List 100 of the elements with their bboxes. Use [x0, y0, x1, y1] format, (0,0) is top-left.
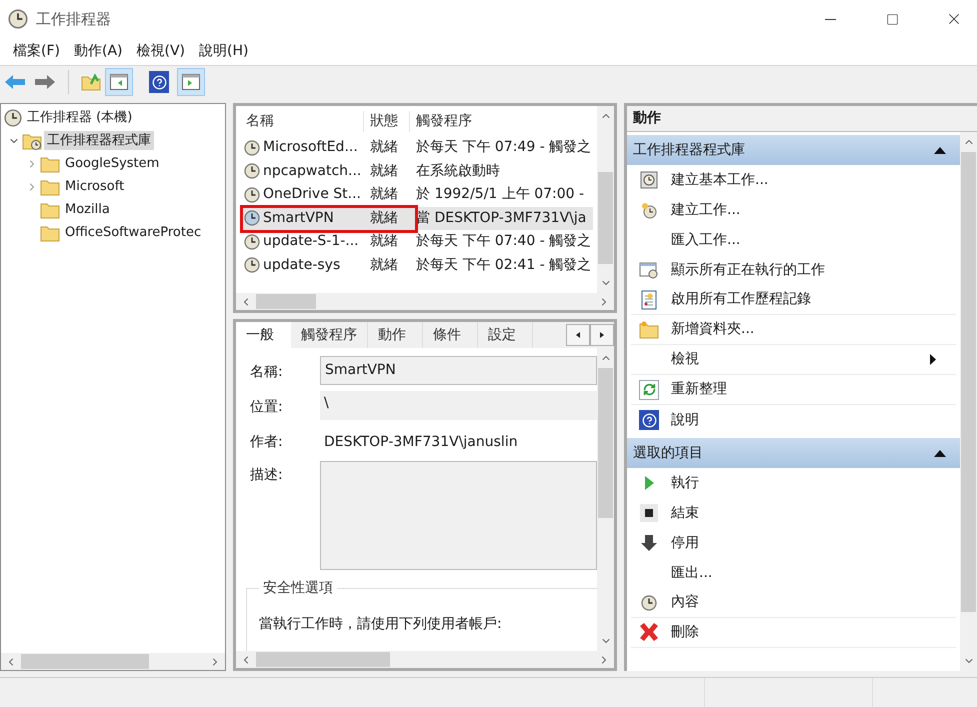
action-item[interactable]: 匯出... — [631, 558, 956, 588]
tree-item[interactable]: 工作排程器 (本機) — [24, 108, 136, 128]
task-row[interactable]: SmartVPN 就緒 當 DESKTOP-3MF731V\ja — [240, 206, 593, 230]
column-header[interactable]: 狀態 — [364, 110, 410, 132]
horizontal-scrollbar[interactable] — [236, 651, 614, 668]
tab-scroll-left-button[interactable] — [566, 324, 590, 346]
task-clock-icon — [244, 186, 260, 203]
calendar-clock-icon — [639, 170, 659, 190]
field-label: 名稱: — [250, 363, 284, 382]
folder-icon — [40, 224, 60, 242]
clock-icon — [4, 108, 22, 126]
action-item[interactable]: 檢視 — [631, 345, 956, 375]
actions-header: 動作 — [627, 106, 977, 132]
security-text: 當執行工作時，請使用下列使用者帳戶: — [259, 615, 503, 634]
folder-up-icon[interactable] — [81, 72, 101, 92]
task-clock-icon — [244, 140, 260, 156]
tree-item[interactable]: 工作排程器程式庫 — [44, 130, 154, 150]
action-pane-toggle[interactable] — [177, 68, 205, 96]
table-cell-text: 就緒 — [369, 256, 399, 275]
action-item[interactable]: 新增資料夾... — [631, 315, 956, 345]
action-item[interactable]: 內容 — [631, 588, 956, 618]
table-cell-text: update-sys — [263, 256, 340, 275]
task-clock-icon — [244, 257, 260, 274]
table-cell-text: 就緒 — [369, 138, 399, 158]
vertical-scrollbar[interactable] — [960, 132, 977, 671]
menu-item[interactable]: 說明(H) — [194, 41, 254, 62]
field-label: 描述: — [250, 466, 284, 485]
help-icon[interactable] — [149, 71, 169, 93]
tree-item[interactable]: OfficeSoftwareProtec — [62, 222, 204, 242]
description-field[interactable] — [320, 461, 597, 570]
folder-icon — [40, 200, 60, 218]
table-cell-text: 當 DESKTOP-3MF731V\ja — [415, 208, 586, 228]
scroll-thumb[interactable] — [256, 652, 390, 667]
stop-icon — [639, 503, 659, 523]
action-item[interactable]: 建立基本工作... — [631, 165, 956, 195]
scroll-thumb[interactable] — [21, 654, 149, 669]
minimize-icon — [824, 18, 836, 20]
table-cell-text: OneDrive St... — [263, 185, 362, 204]
action-item[interactable]: 結束 — [631, 498, 956, 528]
task-row[interactable]: update-S-1-... 就緒 於每天 下午 07:40 - 觸發之 — [240, 230, 593, 254]
console-tree-toggle[interactable] — [105, 68, 133, 96]
maximize-icon — [886, 12, 898, 26]
column-header[interactable]: 觸發程序 — [410, 110, 472, 132]
task-row[interactable]: MicrosoftEd... 就緒 於每天 下午 07:49 - 觸發之 — [240, 136, 593, 160]
clock-icon — [641, 594, 657, 610]
panel-left-icon — [110, 74, 128, 90]
scroll-thumb[interactable] — [961, 152, 976, 612]
task-clock-icon — [244, 163, 260, 180]
task-row[interactable]: update-sys 就緒 於每天 下午 02:41 - 觸發之 — [240, 254, 593, 277]
menu-item[interactable]: 動作(A) — [68, 41, 128, 62]
tree-item[interactable]: GoogleSystem — [62, 154, 162, 174]
collapse-triangle-icon[interactable] — [934, 450, 946, 456]
section-header[interactable]: 工作排程器程式庫 — [627, 135, 960, 165]
action-item[interactable]: 顯示所有正在執行的工作 — [631, 255, 956, 285]
collapse-triangle-icon[interactable] — [934, 146, 946, 154]
table-cell-text: update-S-1-... — [263, 232, 359, 252]
panel-right-icon — [182, 74, 200, 90]
submenu-arrow-icon — [930, 354, 936, 365]
name-field[interactable]: SmartVPN — [320, 356, 597, 385]
folder-clock-icon — [22, 132, 42, 150]
right-triangle-icon — [600, 332, 604, 338]
action-item[interactable]: 說明 — [631, 405, 956, 435]
location-field: \ — [320, 391, 597, 420]
table-cell-text: 於每天 下午 02:41 - 觸發之 — [415, 256, 592, 275]
action-item[interactable]: 停用 — [631, 528, 956, 558]
notepad-icon — [639, 290, 659, 310]
vertical-scrollbar[interactable] — [597, 106, 614, 293]
scroll-thumb[interactable] — [256, 294, 316, 309]
vertical-scrollbar[interactable] — [597, 348, 614, 651]
task-clock-icon — [244, 210, 260, 226]
table-cell-text: MicrosoftEd... — [263, 138, 358, 158]
tab[interactable]: 一般 — [236, 322, 291, 348]
table-cell-text: 於每天 下午 07:49 - 觸發之 — [415, 138, 592, 158]
forward-arrow-icon[interactable] — [34, 74, 56, 90]
field-label: 作者: — [250, 433, 284, 452]
table-cell-text: 就緒 — [369, 232, 399, 252]
scroll-thumb[interactable] — [598, 368, 613, 518]
task-row[interactable]: npcapwatch... 就緒 在系統啟動時 — [240, 160, 593, 183]
action-item[interactable]: 執行 — [631, 468, 956, 498]
tree-item[interactable]: Microsoft — [62, 176, 128, 196]
scroll-thumb[interactable] — [598, 172, 613, 264]
section-header[interactable]: 選取的項目 — [627, 438, 960, 468]
action-item[interactable]: 刪除 — [631, 618, 956, 648]
horizontal-scrollbar[interactable] — [1, 653, 225, 670]
back-arrow-icon[interactable] — [4, 74, 26, 90]
tree-item[interactable]: Mozilla — [62, 200, 113, 220]
action-item[interactable]: 匯入工作... — [631, 225, 956, 255]
horizontal-scrollbar[interactable] — [236, 293, 614, 310]
refresh-icon — [639, 380, 659, 400]
column-header[interactable]: 名稱 — [240, 110, 364, 132]
action-item[interactable]: 建立工作... — [631, 195, 956, 225]
action-item[interactable]: 啟用所有工作歷程記錄 — [631, 285, 956, 315]
tab-scroll-right-button[interactable] — [590, 324, 614, 346]
task-row[interactable]: OneDrive St... 就緒 於 1992/5/1 上午 07:00 - — [240, 183, 593, 206]
menu-item[interactable]: 檢視(V) — [132, 41, 190, 62]
table-cell-text: 就緒 — [369, 185, 399, 204]
table-cell-text: 在系統啟動時 — [415, 162, 500, 181]
menu-item[interactable]: 檔案(F) — [8, 41, 65, 62]
window-title: 工作排程器 — [36, 8, 111, 30]
action-item[interactable]: 重新整理 — [631, 375, 956, 405]
